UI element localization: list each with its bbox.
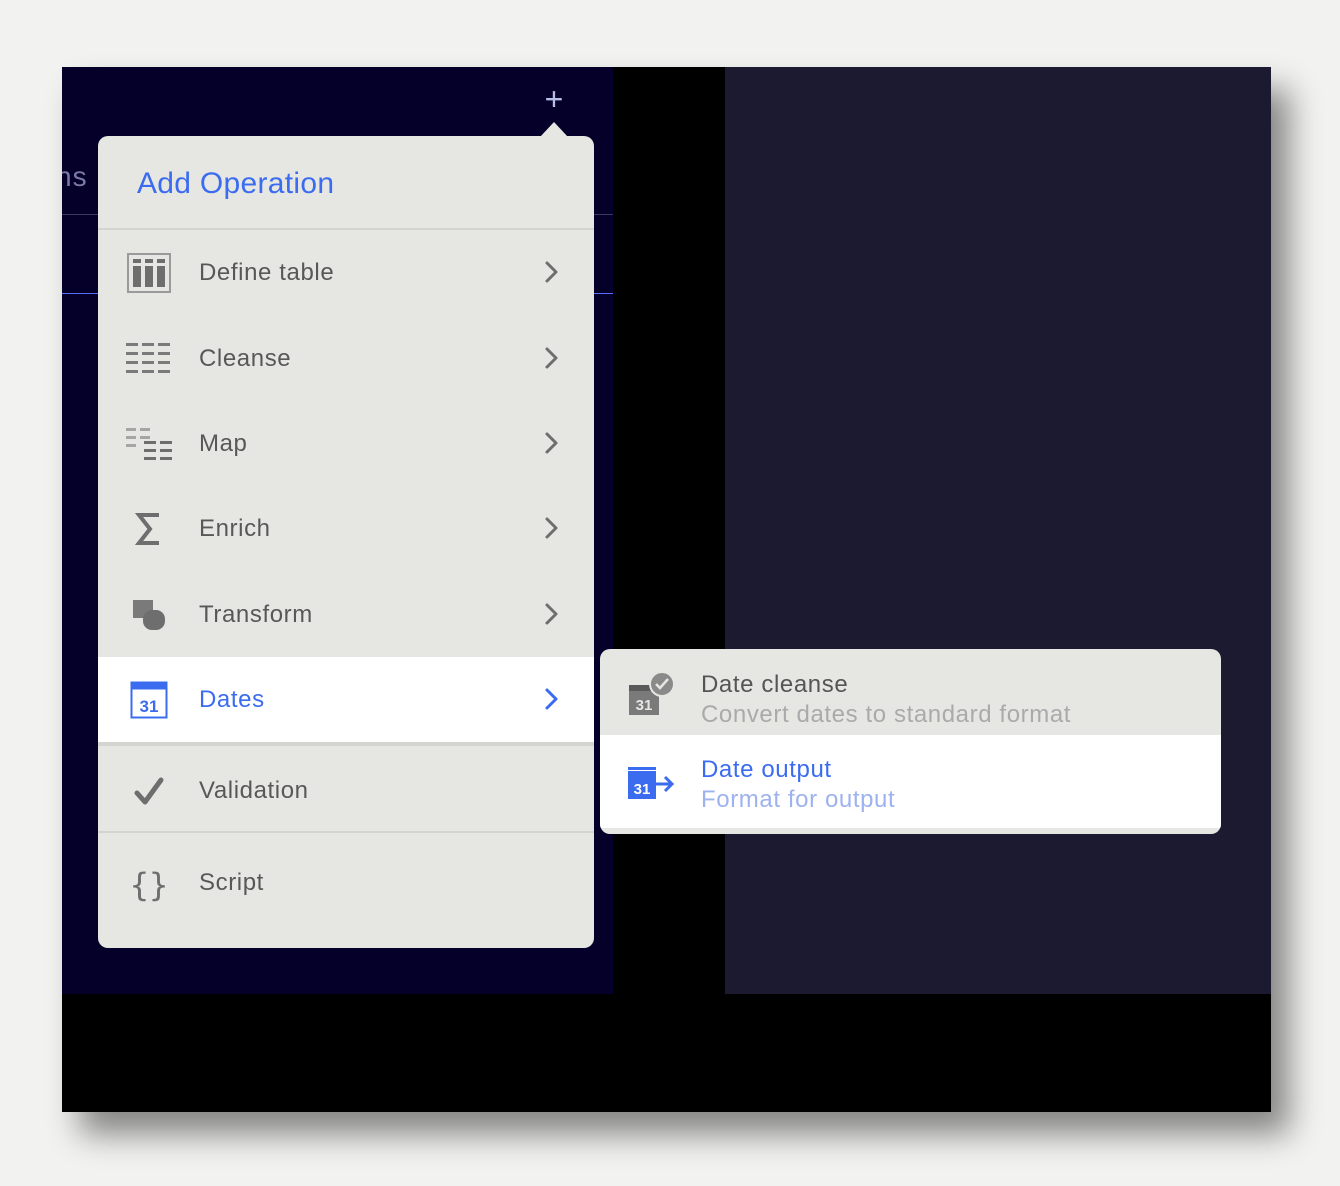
transform-shapes-icon: [126, 593, 172, 637]
submenu-item-title: Date cleanse: [701, 671, 849, 698]
table-columns-icon: [126, 251, 172, 295]
chevron-right-icon: [545, 517, 558, 539]
menu-item-label: Map: [199, 430, 248, 457]
panel-tab-label[interactable]: ns: [62, 161, 88, 193]
menu-item-dates[interactable]: 31 Dates: [98, 657, 594, 742]
menu-item-enrich[interactable]: Enrich: [98, 486, 594, 571]
item-divider: [98, 831, 594, 833]
submenu-item-description: Convert dates to standard format: [701, 701, 1072, 728]
menu-item-label: Cleanse: [199, 345, 292, 372]
checkmark-icon: [126, 769, 172, 813]
chevron-right-icon: [545, 261, 558, 283]
calendar-day-label: 31: [140, 697, 159, 716]
dates-submenu: 31 Date cleanse Convert dates to standar…: [600, 649, 1221, 834]
submenu-item-description: Format for output: [701, 786, 896, 813]
calendar-icon: 31: [126, 678, 172, 722]
menu-item-validation[interactable]: Validation: [98, 748, 594, 833]
menu-item-define-table[interactable]: Define table: [98, 230, 594, 315]
map-rows-icon: [126, 422, 172, 466]
popover-arrow: [540, 122, 568, 137]
calendar-day-label: 31: [634, 781, 651, 798]
curly-braces-icon: {}: [126, 862, 172, 906]
active-item-divider: [98, 742, 594, 746]
calendar-arrow-icon: 31: [626, 767, 676, 815]
add-operation-popover: Add Operation Define table Cleanse Map E…: [98, 136, 594, 948]
submenu-divider: [600, 735, 1221, 742]
preview-panel: [725, 67, 1271, 994]
menu-item-script[interactable]: {} Script: [98, 848, 594, 933]
svg-text:{}: {}: [131, 866, 167, 904]
submenu-item-date-output[interactable]: 31 Date output Format for output: [600, 742, 1221, 828]
chevron-right-icon: [545, 688, 558, 710]
popover-title: Add Operation: [137, 167, 335, 200]
menu-item-label: Script: [199, 869, 264, 896]
chevron-right-icon: [545, 432, 558, 454]
calendar-check-icon: 31: [626, 671, 676, 719]
menu-item-transform[interactable]: Transform: [98, 572, 594, 657]
chevron-right-icon: [545, 603, 558, 625]
menu-item-label: Enrich: [199, 515, 271, 542]
menu-item-label: Validation: [199, 777, 309, 804]
chevron-right-icon: [545, 347, 558, 369]
add-operation-button[interactable]: +: [542, 81, 566, 117]
calendar-day-label: 31: [636, 697, 653, 714]
menu-item-map[interactable]: Map: [98, 401, 594, 486]
menu-item-label: Transform: [199, 601, 313, 628]
cleanse-rows-icon: [126, 337, 172, 381]
submenu-item-title: Date output: [701, 756, 832, 783]
menu-item-label: Dates: [199, 686, 265, 713]
menu-item-cleanse[interactable]: Cleanse: [98, 316, 594, 401]
submenu-item-date-cleanse[interactable]: 31 Date cleanse Convert dates to standar…: [600, 649, 1221, 735]
sigma-icon: [126, 507, 172, 551]
menu-item-label: Define table: [199, 259, 335, 286]
